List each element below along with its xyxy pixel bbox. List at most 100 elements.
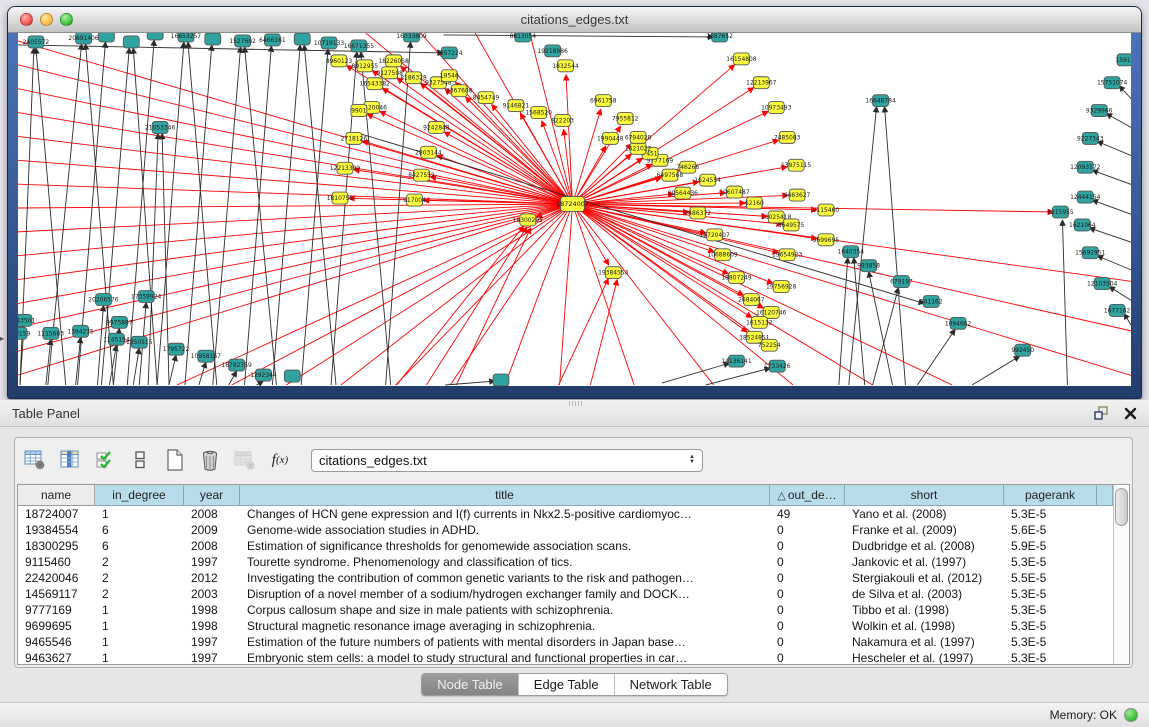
table-cell[interactable]: Investigating the contribution of common… [240,570,770,586]
table-cell[interactable]: 0 [770,618,845,634]
table-row[interactable]: 969969511998Structural magnetic resonanc… [18,618,1113,634]
table-cell[interactable]: 1 [95,650,184,664]
table-cell[interactable]: 0 [770,570,845,586]
table-cell[interactable] [1097,650,1113,664]
table-cell[interactable]: Disruption of a novel member of a sodium… [240,586,770,602]
table-cell[interactable]: Embryonic stem cells: a model to study s… [240,650,770,664]
table-cell[interactable]: 1 [95,602,184,618]
table-cell[interactable] [1097,538,1113,554]
network-canvas[interactable]: 2405572206914061665325715276026466161107… [18,33,1131,386]
graph-node[interactable] [284,370,300,382]
table-cell[interactable] [1097,602,1113,618]
split-view-icon[interactable] [128,448,152,472]
new-table-icon[interactable] [163,448,187,472]
table-cell[interactable] [1097,586,1113,602]
table-cell[interactable]: 1998 [184,618,240,634]
table-cell[interactable]: 5.6E-5 [1004,522,1097,538]
table-cell[interactable]: 9699695 [18,618,95,634]
column-header[interactable]: title [240,485,770,506]
table-cell[interactable]: Structural magnetic resonance image aver… [240,618,770,634]
graph-node[interactable] [205,33,221,45]
table-row[interactable]: 946362711997Embryonic stem cells: a mode… [18,650,1113,664]
graph-node[interactable] [123,36,139,48]
table-cell[interactable]: 19384554 [18,522,95,538]
table-cell[interactable]: Estimation of significance thresholds fo… [240,538,770,554]
panel-divider-grip[interactable] [569,401,582,406]
table-cell[interactable] [1097,554,1113,570]
table-cell[interactable]: 9777169 [18,602,95,618]
table-cell[interactable]: Corpus callosum shape and size in male p… [240,602,770,618]
table-cell[interactable]: 2008 [184,538,240,554]
close-button[interactable] [20,13,33,26]
table-cell[interactable]: de Silva et al. (2003) [845,586,1004,602]
table-selector-dropdown[interactable]: citations_edges.txt ▲▼ [311,449,703,472]
table-cell[interactable]: 14569117 [18,586,95,602]
column-header[interactable]: in_degree [95,485,184,506]
table-cell[interactable]: 1 [95,618,184,634]
table-cell[interactable]: 2 [95,554,184,570]
table-row[interactable]: 1872400712008Changes of HCN gene express… [18,506,1113,522]
table-cell[interactable]: 2009 [184,522,240,538]
table-cell[interactable]: 1997 [184,634,240,650]
table-cell[interactable]: 1997 [184,650,240,664]
table-cell[interactable]: 22420046 [18,570,95,586]
table-cell[interactable] [1097,522,1113,538]
column-header[interactable]: short [845,485,1004,506]
table-cell[interactable]: 49 [770,506,845,522]
table-cell[interactable]: Wolkin et al. (1998) [845,618,1004,634]
table-cell[interactable]: 5.3E-5 [1004,602,1097,618]
function-builder-icon[interactable]: f(x) [268,448,292,472]
table-cell[interactable]: 5.3E-5 [1004,634,1097,650]
column-header[interactable]: pagerank [1004,485,1097,506]
table-row[interactable]: 1938455462009Genome-wide association stu… [18,522,1113,538]
graph-node[interactable] [493,374,509,386]
network-view-window[interactable]: citations_edges.txt 24055722069140616653… [7,6,1142,399]
table-cell[interactable]: 9465546 [18,634,95,650]
tab-network-table[interactable]: Network Table [614,674,727,695]
table-row[interactable]: 911546021997Tourette syndrome. Phenomeno… [18,554,1113,570]
table-cell[interactable]: Dudbridge et al. (2008) [845,538,1004,554]
table-cell[interactable]: 0 [770,586,845,602]
graph-node[interactable] [294,33,310,45]
table-cell[interactable]: 5.3E-5 [1004,506,1097,522]
tab-node-table[interactable]: Node Table [422,674,518,695]
scrollbar-thumb[interactable] [1115,488,1128,526]
graph-node[interactable] [147,33,163,40]
memory-status-icon[interactable] [1124,708,1138,722]
table-cell[interactable]: Genome-wide association studies in ADHD. [240,522,770,538]
table-cell[interactable]: Nakamura et al. (1997) [845,634,1004,650]
row-select-icon[interactable] [93,448,117,472]
table-cell[interactable]: 0 [770,602,845,618]
table-cell[interactable]: Hescheler et al. (1997) [845,650,1004,664]
table-cell[interactable] [1097,570,1113,586]
table-cell[interactable]: 1 [95,506,184,522]
table-cell[interactable]: 5.5E-5 [1004,570,1097,586]
table-cell[interactable]: Jankovic et al. (1997) [845,554,1004,570]
table-row[interactable]: 1830029562008Estimation of significance … [18,538,1113,554]
table-cell[interactable]: 0 [770,522,845,538]
graph-node[interactable] [98,33,114,42]
table-cell[interactable]: 0 [770,538,845,554]
table-cell[interactable] [1097,506,1113,522]
table-cell[interactable]: 2 [95,586,184,602]
network-window-titlebar[interactable]: citations_edges.txt [8,7,1141,33]
float-panel-icon[interactable] [1094,406,1109,420]
table-cell[interactable]: 9115460 [18,554,95,570]
table-cell[interactable]: 5.3E-5 [1004,650,1097,664]
table-cell[interactable]: 2012 [184,570,240,586]
table-cell[interactable]: Tibbo et al. (1998) [845,602,1004,618]
column-header[interactable]: △out_de… [770,485,845,506]
table-cell[interactable] [1097,618,1113,634]
table-cell[interactable]: 1 [95,634,184,650]
table-cell[interactable]: 2003 [184,586,240,602]
table-cell[interactable]: 0 [770,634,845,650]
table-cell[interactable]: 1998 [184,602,240,618]
table-cell[interactable]: Tourette syndrome. Phenomenology and cla… [240,554,770,570]
tab-edge-table[interactable]: Edge Table [518,674,614,695]
table-cell[interactable]: 2 [95,570,184,586]
table-cell[interactable]: 5.9E-5 [1004,538,1097,554]
table-cell[interactable]: 18300295 [18,538,95,554]
sidebar-collapse-arrow-icon[interactable]: ▸ [0,334,4,343]
close-panel-icon[interactable] [1124,407,1137,420]
column-header[interactable]: name [18,485,95,506]
